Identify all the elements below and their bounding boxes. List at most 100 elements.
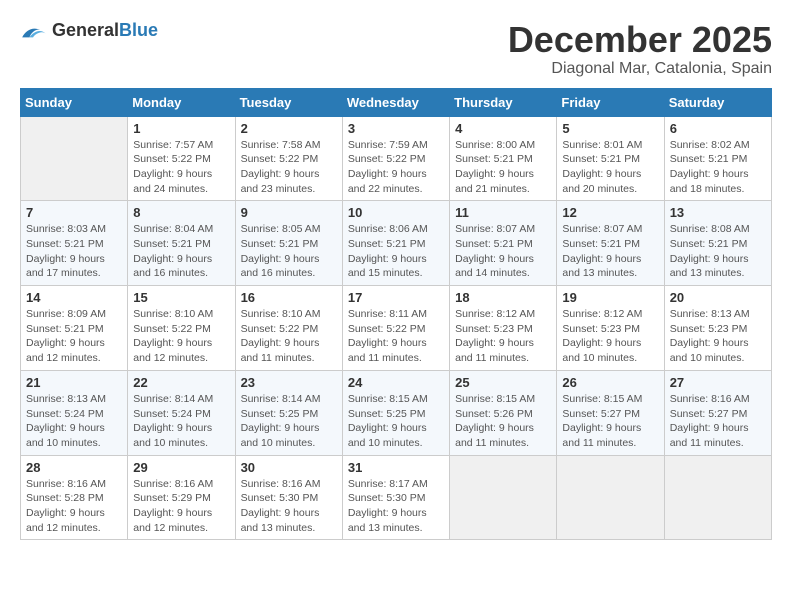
day-number: 17 [348,290,444,305]
day-info: Sunrise: 8:13 AMSunset: 5:23 PMDaylight:… [670,307,766,366]
day-info: Sunrise: 8:15 AMSunset: 5:25 PMDaylight:… [348,392,444,451]
calendar-cell: 13 Sunrise: 8:08 AMSunset: 5:21 PMDayligh… [664,201,771,286]
calendar-cell: 2 Sunrise: 7:58 AMSunset: 5:22 PMDaylight… [235,116,342,201]
day-number: 8 [133,205,229,220]
logo-general: General [52,20,119,40]
day-number: 14 [26,290,122,305]
calendar-cell [450,455,557,540]
day-info: Sunrise: 8:10 AMSunset: 5:22 PMDaylight:… [241,307,337,366]
calendar-cell: 27 Sunrise: 8:16 AMSunset: 5:27 PMDayligh… [664,370,771,455]
calendar-cell: 3Sunrise: 7:59 AMSunset: 5:22 PMDaylight… [342,116,449,201]
calendar-week-row: 28 Sunrise: 8:16 AMSunset: 5:28 PMDayligh… [21,455,772,540]
calendar-cell: 21 Sunrise: 8:13 AMSunset: 5:24 PMDayligh… [21,370,128,455]
day-number: 24 [348,375,444,390]
calendar-cell: 22 Sunrise: 8:14 AMSunset: 5:24 PMDayligh… [128,370,235,455]
logo: GeneralBlue [20,20,158,41]
calendar-cell: 9Sunrise: 8:05 AMSunset: 5:21 PMDaylight… [235,201,342,286]
day-number: 21 [26,375,122,390]
calendar-cell: 5Sunrise: 8:01 AMSunset: 5:21 PMDaylight… [557,116,664,201]
calendar-cell: 31 Sunrise: 8:17 AMSunset: 5:30 PMDayligh… [342,455,449,540]
day-number: 13 [670,205,766,220]
day-info: Sunrise: 8:13 AMSunset: 5:24 PMDaylight:… [26,392,122,451]
calendar-cell: 19 Sunrise: 8:12 AMSunset: 5:23 PMDayligh… [557,286,664,371]
day-number: 22 [133,375,229,390]
day-info: Sunrise: 8:11 AMSunset: 5:22 PMDaylight:… [348,307,444,366]
calendar-cell: 14 Sunrise: 8:09 AMSunset: 5:21 PMDayligh… [21,286,128,371]
location-title: Diagonal Mar, Catalonia, Spain [508,60,772,78]
calendar-cell: 15 Sunrise: 8:10 AMSunset: 5:22 PMDayligh… [128,286,235,371]
day-number: 2 [241,121,337,136]
day-number: 11 [455,205,551,220]
weekday-header-wednesday: Wednesday [342,88,449,116]
calendar-cell: 24 Sunrise: 8:15 AMSunset: 5:25 PMDayligh… [342,370,449,455]
day-number: 23 [241,375,337,390]
weekday-header-monday: Monday [128,88,235,116]
calendar-cell: 8 Sunrise: 8:04 AMSunset: 5:21 PMDaylight… [128,201,235,286]
day-number: 16 [241,290,337,305]
day-number: 28 [26,460,122,475]
day-info: Sunrise: 8:12 AMSunset: 5:23 PMDaylight:… [455,307,551,366]
calendar-cell: 4Sunrise: 8:00 AMSunset: 5:21 PMDaylight… [450,116,557,201]
calendar-cell: 25 Sunrise: 8:15 AMSunset: 5:26 PMDayligh… [450,370,557,455]
day-number: 19 [562,290,658,305]
day-number: 20 [670,290,766,305]
weekday-header-saturday: Saturday [664,88,771,116]
day-info: Sunrise: 8:14 AMSunset: 5:24 PMDaylight:… [133,392,229,451]
header: GeneralBlue December 2025 Diagonal Mar, … [20,20,772,78]
day-number: 30 [241,460,337,475]
day-info: Sunrise: 8:04 AMSunset: 5:21 PMDaylight:… [133,222,229,281]
weekday-header-sunday: Sunday [21,88,128,116]
day-number: 10 [348,205,444,220]
day-number: 27 [670,375,766,390]
calendar-cell: 18Sunrise: 8:12 AMSunset: 5:23 PMDayligh… [450,286,557,371]
calendar-cell: 7Sunrise: 8:03 AMSunset: 5:21 PMDaylight… [21,201,128,286]
weekday-header-friday: Friday [557,88,664,116]
title-area: December 2025 Diagonal Mar, Catalonia, S… [508,20,772,78]
day-info: Sunrise: 8:16 AMSunset: 5:29 PMDaylight:… [133,477,229,536]
logo-text: GeneralBlue [52,20,158,41]
day-number: 31 [348,460,444,475]
day-info: Sunrise: 8:16 AMSunset: 5:27 PMDaylight:… [670,392,766,451]
calendar-cell: 6 Sunrise: 8:02 AMSunset: 5:21 PMDaylight… [664,116,771,201]
calendar-cell: 17 Sunrise: 8:11 AMSunset: 5:22 PMDayligh… [342,286,449,371]
day-info: Sunrise: 8:16 AMSunset: 5:28 PMDaylight:… [26,477,122,536]
weekday-header-thursday: Thursday [450,88,557,116]
day-info: Sunrise: 8:15 AMSunset: 5:26 PMDaylight:… [455,392,551,451]
day-number: 4 [455,121,551,136]
calendar-cell: 28 Sunrise: 8:16 AMSunset: 5:28 PMDayligh… [21,455,128,540]
day-info: Sunrise: 8:17 AMSunset: 5:30 PMDaylight:… [348,477,444,536]
calendar-cell: 20 Sunrise: 8:13 AMSunset: 5:23 PMDayligh… [664,286,771,371]
day-info: Sunrise: 7:58 AMSunset: 5:22 PMDaylight:… [241,138,337,197]
weekday-header-row: SundayMondayTuesdayWednesdayThursdayFrid… [21,88,772,116]
day-number: 15 [133,290,229,305]
day-info: Sunrise: 8:09 AMSunset: 5:21 PMDaylight:… [26,307,122,366]
day-number: 25 [455,375,551,390]
calendar-cell: 26Sunrise: 8:15 AMSunset: 5:27 PMDayligh… [557,370,664,455]
calendar-cell: 12Sunrise: 8:07 AMSunset: 5:21 PMDayligh… [557,201,664,286]
logo-bird-icon [20,21,48,41]
day-number: 7 [26,205,122,220]
day-number: 6 [670,121,766,136]
day-number: 1 [133,121,229,136]
calendar-cell: 29 Sunrise: 8:16 AMSunset: 5:29 PMDayligh… [128,455,235,540]
day-info: Sunrise: 8:12 AMSunset: 5:23 PMDaylight:… [562,307,658,366]
day-info: Sunrise: 8:14 AMSunset: 5:25 PMDaylight:… [241,392,337,451]
calendar-week-row: 1 Sunrise: 7:57 AMSunset: 5:22 PMDaylight… [21,116,772,201]
day-info: Sunrise: 8:07 AMSunset: 5:21 PMDaylight:… [455,222,551,281]
day-number: 12 [562,205,658,220]
day-number: 5 [562,121,658,136]
day-info: Sunrise: 8:08 AMSunset: 5:21 PMDaylight:… [670,222,766,281]
calendar-week-row: 21 Sunrise: 8:13 AMSunset: 5:24 PMDayligh… [21,370,772,455]
calendar-table: SundayMondayTuesdayWednesdayThursdayFrid… [20,88,772,541]
day-info: Sunrise: 8:10 AMSunset: 5:22 PMDaylight:… [133,307,229,366]
day-info: Sunrise: 8:02 AMSunset: 5:21 PMDaylight:… [670,138,766,197]
day-number: 3 [348,121,444,136]
day-number: 29 [133,460,229,475]
day-number: 9 [241,205,337,220]
calendar-cell: 1 Sunrise: 7:57 AMSunset: 5:22 PMDaylight… [128,116,235,201]
weekday-header-tuesday: Tuesday [235,88,342,116]
month-title: December 2025 [508,20,772,60]
day-info: Sunrise: 7:57 AMSunset: 5:22 PMDaylight:… [133,138,229,197]
calendar-cell [21,116,128,201]
logo-blue: Blue [119,20,158,40]
